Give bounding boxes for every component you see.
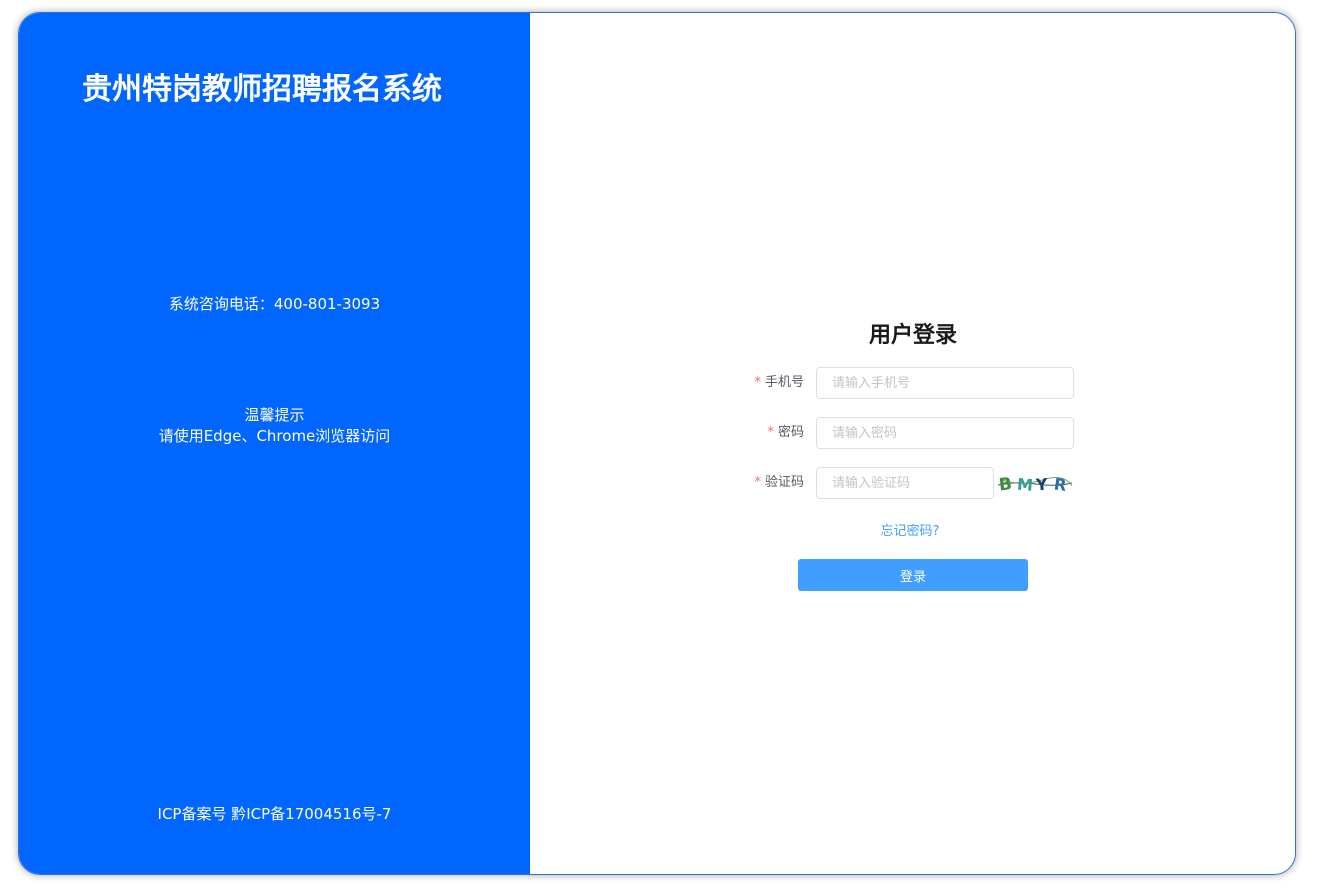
captcha-row: *验证码 B M Y R — [530, 467, 1295, 499]
required-mark: * — [754, 475, 761, 490]
captcha-char-3: Y — [1034, 475, 1048, 495]
tips-text: 请使用Edge、Chrome浏览器访问 — [158, 427, 391, 445]
captcha-char-2: M — [1016, 475, 1034, 495]
captcha-char-4: R — [1053, 474, 1068, 495]
hotline-text: 系统咨询电话：400-801-3093 — [168, 295, 381, 313]
tips-heading: 温馨提示 — [244, 406, 305, 424]
phone-label: * 手机号 — [754, 367, 804, 399]
icp-record: ICP备案号 黔ICP备17004516号-7 — [157, 805, 392, 823]
phone-label-text: 手机号 — [764, 375, 804, 390]
login-title: 用户登录 — [868, 323, 957, 348]
captcha-input[interactable] — [816, 467, 994, 499]
password-label-text: 密码 — [777, 425, 804, 440]
required-mark: * — [754, 375, 761, 390]
captcha-image[interactable]: B M Y R — [996, 471, 1074, 495]
phone-input[interactable] — [816, 367, 1074, 399]
forgot-password-link[interactable]: 忘记密码? — [530, 520, 1290, 539]
login-card: 贵州特岗教师招聘报名系统 系统咨询电话：400-801-3093 温馨提示 请使… — [18, 12, 1296, 875]
password-label: * 密码 — [767, 417, 804, 449]
captcha-label-text: 验证码 — [764, 475, 804, 490]
phone-row: * 手机号 — [530, 367, 1295, 399]
system-title: 贵州特岗教师招聘报名系统 — [82, 72, 442, 107]
browser-tips: 温馨提示 请使用Edge、Chrome浏览器访问 — [19, 405, 530, 447]
info-panel: 贵州特岗教师招聘报名系统 系统咨询电话：400-801-3093 温馨提示 请使… — [19, 13, 530, 874]
password-input[interactable] — [816, 417, 1074, 449]
login-panel: 用户登录 *手机号 *密码 *验证码 B M Y R 忘记密码? 登录 — [530, 13, 1295, 874]
login-button[interactable]: 登录 — [798, 559, 1028, 591]
password-row: * 密码 — [530, 417, 1295, 449]
captcha-char-1: B — [998, 474, 1013, 495]
captcha-label: * 验证码 — [754, 467, 804, 499]
required-mark: * — [767, 425, 774, 440]
